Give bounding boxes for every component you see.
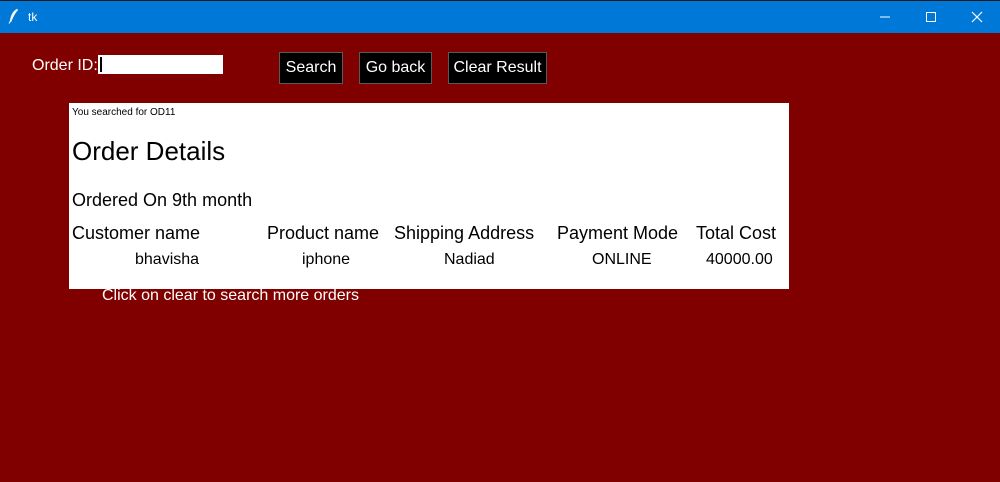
maximize-button[interactable] bbox=[908, 1, 954, 33]
searched-for-text: You searched for OD11 bbox=[72, 107, 176, 118]
cell-product-name: iphone bbox=[302, 251, 351, 268]
column-header-product-name: Product name bbox=[267, 223, 380, 243]
close-icon bbox=[971, 11, 983, 23]
minimize-button[interactable] bbox=[862, 1, 908, 33]
cell-customer-name: bhavisha bbox=[135, 251, 200, 268]
cell-shipping-address: Nadiad bbox=[444, 251, 495, 268]
order-id-label: Order ID: bbox=[32, 57, 98, 74]
cell-total-cost: 40000.00 bbox=[706, 251, 773, 268]
cell-payment-mode: ONLINE bbox=[592, 251, 652, 268]
maximize-icon bbox=[926, 12, 936, 22]
close-button[interactable] bbox=[954, 1, 1000, 33]
go-back-button[interactable]: Go back bbox=[359, 52, 432, 84]
order-details-heading: Order Details bbox=[72, 136, 226, 166]
order-id-input[interactable] bbox=[98, 55, 223, 74]
clear-result-button[interactable]: Clear Result bbox=[448, 52, 547, 84]
app-window: tk Order ID: Search Go back Clear Result… bbox=[0, 0, 1000, 482]
clear-hint-text: Click on clear to search more orders bbox=[102, 287, 359, 304]
minimize-icon bbox=[880, 16, 890, 18]
column-header-shipping-address: Shipping Address bbox=[394, 223, 535, 243]
ordered-on-text: Ordered On 9th month bbox=[72, 190, 253, 210]
title-bar: tk bbox=[0, 0, 1000, 33]
feather-icon bbox=[8, 8, 19, 24]
text-cursor bbox=[100, 57, 102, 72]
column-header-customer-name: Customer name bbox=[72, 223, 201, 243]
column-header-total-cost: Total Cost bbox=[696, 223, 777, 243]
window-title: tk bbox=[28, 10, 38, 24]
order-details-panel: You searched for OD11 Order Details Orde… bbox=[69, 103, 789, 289]
search-button[interactable]: Search bbox=[279, 52, 343, 84]
column-header-payment-mode: Payment Mode bbox=[557, 223, 679, 243]
